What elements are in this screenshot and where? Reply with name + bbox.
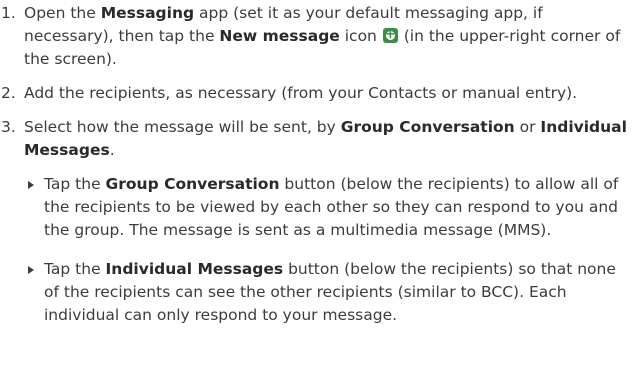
bullet-group-conversation: Tap the Group Conversation button (below… [0, 173, 633, 242]
group-conversation-button-label: Group Conversation [105, 175, 280, 193]
group-conversation-label: Group Conversation [340, 118, 515, 136]
new-message-plus-icon [382, 24, 398, 46]
step-text: Open the [24, 4, 101, 22]
bullet-text: Tap the [44, 175, 106, 193]
bullet-text: Tap the [44, 259, 106, 278]
bullet-triangle-icon [28, 265, 34, 274]
step-number: 3. [1, 118, 16, 136]
step-3: 3. Select how the message will be sent, … [0, 116, 633, 162]
step-text: Select how the message will be sent, by [24, 118, 341, 136]
step-text: . [109, 141, 115, 159]
step-text: Add the recipients, as necessary (from y… [24, 84, 578, 102]
individual-messages-button-label: Individual Messages [105, 259, 284, 278]
step-number: 1. [1, 4, 16, 22]
step-text: icon [339, 27, 382, 45]
step-2: 2. Add the recipients, as necessary (fro… [0, 82, 633, 105]
messaging-app-label: Messaging [100, 4, 195, 22]
instructions-document: 1. Open the Messaging app (set it as you… [0, 2, 633, 342]
step-text: or [514, 118, 541, 136]
bullet-triangle-icon [28, 181, 34, 189]
bullet-individual-messages: Tap the Individual Messages button (belo… [0, 258, 633, 327]
step-1: 1. Open the Messaging app (set it as you… [0, 2, 633, 71]
new-message-label: New message [219, 27, 340, 45]
step-number: 2. [1, 84, 16, 102]
